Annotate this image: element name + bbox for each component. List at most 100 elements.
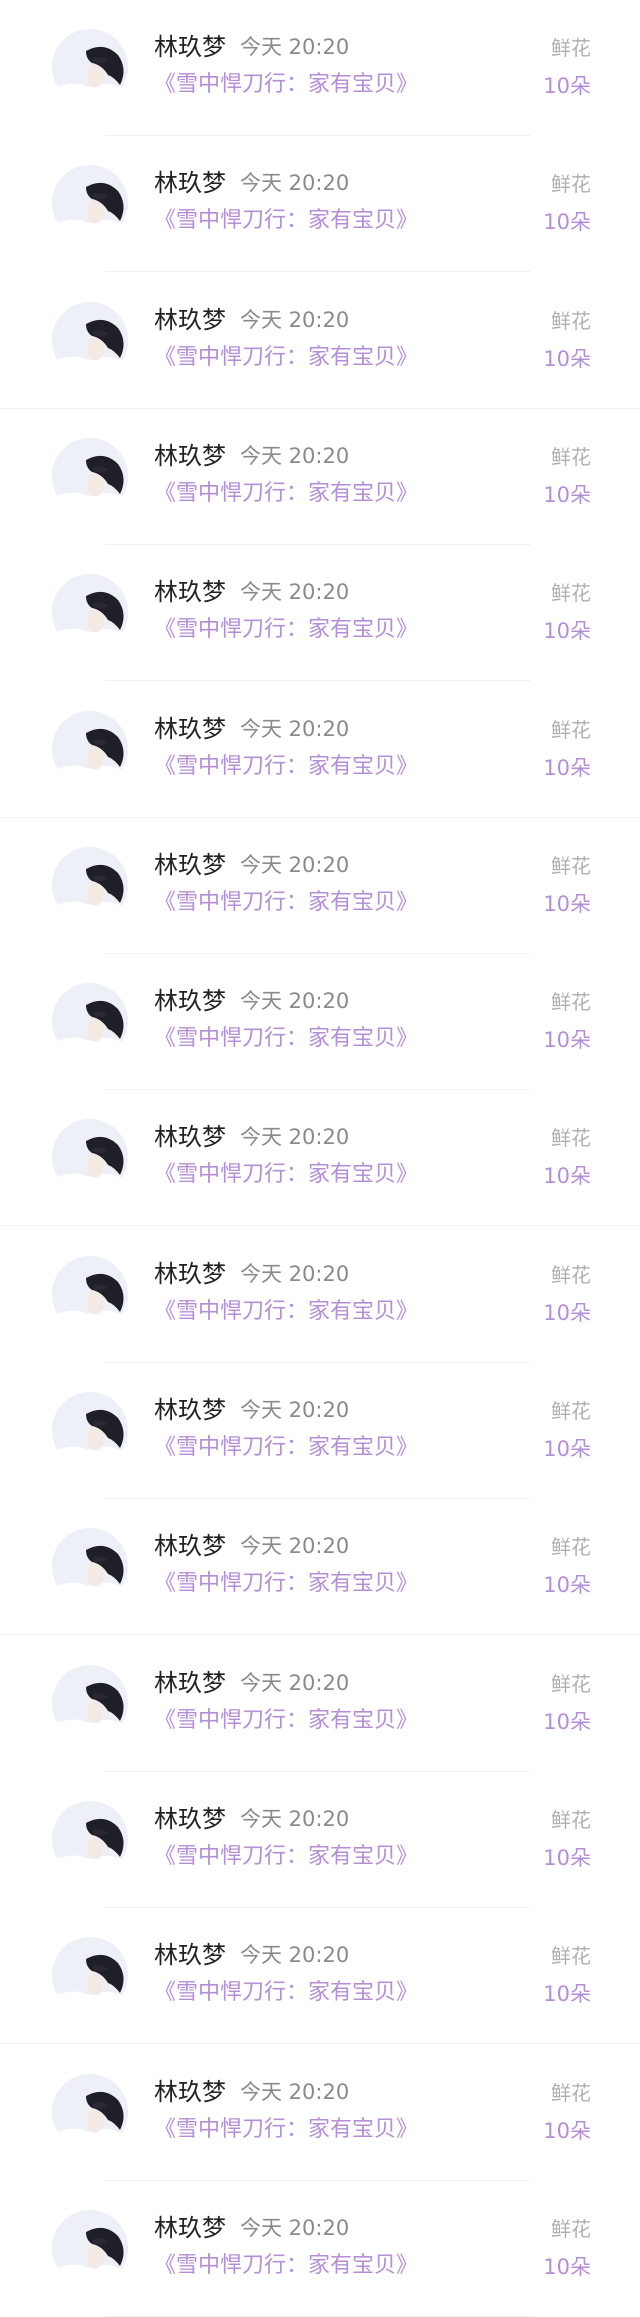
avatar[interactable]: [52, 1801, 128, 1877]
gift-count: 10朵: [543, 1846, 591, 1870]
timestamp: 今天 20:20: [240, 1807, 350, 1831]
avatar[interactable]: [52, 847, 128, 923]
gift-type: 鲜花: [551, 1126, 591, 1150]
drama-title-link[interactable]: 《雪中悍刀行：家有宝贝》: [154, 343, 418, 373]
list-item[interactable]: 林玖梦 今天 20:20 《雪中悍刀行：家有宝贝》 鲜花 10朵: [0, 1772, 640, 1908]
gift-count: 10朵: [543, 74, 591, 98]
user-name[interactable]: 林玖梦: [154, 1531, 226, 1561]
list-item[interactable]: 林玖梦 今天 20:20 《雪中悍刀行：家有宝贝》 鲜花 10朵: [0, 409, 640, 545]
drama-title-link[interactable]: 《雪中悍刀行：家有宝贝》: [154, 752, 418, 782]
divider: [105, 680, 530, 681]
avatar[interactable]: [52, 1528, 128, 1604]
user-name[interactable]: 林玖梦: [154, 1259, 226, 1289]
drama-title-link[interactable]: 《雪中悍刀行：家有宝贝》: [154, 1978, 418, 2008]
user-name[interactable]: 林玖梦: [154, 714, 226, 744]
timestamp: 今天 20:20: [240, 1398, 350, 1422]
avatar[interactable]: [52, 2074, 128, 2150]
user-name[interactable]: 林玖梦: [154, 2077, 226, 2107]
list-item[interactable]: 林玖梦 今天 20:20 《雪中悍刀行：家有宝贝》 鲜花 10朵: [0, 136, 640, 272]
drama-title-link[interactable]: 《雪中悍刀行：家有宝贝》: [154, 1842, 418, 1872]
drama-title-link[interactable]: 《雪中悍刀行：家有宝贝》: [154, 1297, 418, 1327]
gift-type: 鲜花: [551, 445, 591, 469]
gift-count: 10朵: [543, 1982, 591, 2006]
gift-count: 10朵: [543, 1164, 591, 1188]
drama-title-link[interactable]: 《雪中悍刀行：家有宝贝》: [154, 1706, 418, 1736]
gift-count: 10朵: [543, 756, 591, 780]
list-item[interactable]: 林玖梦 今天 20:20 《雪中悍刀行：家有宝贝》 鲜花 10朵: [0, 545, 640, 681]
gift-count: 10朵: [543, 2255, 591, 2279]
avatar[interactable]: [52, 1119, 128, 1195]
drama-title-link[interactable]: 《雪中悍刀行：家有宝贝》: [154, 1433, 418, 1463]
timestamp: 今天 20:20: [240, 580, 350, 604]
user-name[interactable]: 林玖梦: [154, 1804, 226, 1834]
gift-count: 10朵: [543, 1573, 591, 1597]
user-name[interactable]: 林玖梦: [154, 32, 226, 62]
avatar[interactable]: [52, 2210, 128, 2286]
avatar[interactable]: [52, 302, 128, 378]
gift-count: 10朵: [543, 347, 591, 371]
user-name[interactable]: 林玖梦: [154, 986, 226, 1016]
drama-title-link[interactable]: 《雪中悍刀行：家有宝贝》: [154, 70, 418, 100]
gift-count: 10朵: [543, 1028, 591, 1052]
list-item[interactable]: 林玖梦 今天 20:20 《雪中悍刀行：家有宝贝》 鲜花 10朵: [0, 2181, 640, 2317]
list-item[interactable]: 林玖梦 今天 20:20 《雪中悍刀行：家有宝贝》 鲜花 10朵: [0, 1227, 640, 1363]
user-name[interactable]: 林玖梦: [154, 850, 226, 880]
list-item[interactable]: 林玖梦 今天 20:20 《雪中悍刀行：家有宝贝》 鲜花 10朵: [0, 273, 640, 409]
user-name[interactable]: 林玖梦: [154, 1940, 226, 1970]
list-item[interactable]: 林玖梦 今天 20:20 《雪中悍刀行：家有宝贝》 鲜花 10朵: [0, 1499, 640, 1635]
user-name[interactable]: 林玖梦: [154, 1668, 226, 1698]
gift-type: 鲜花: [551, 172, 591, 196]
avatar[interactable]: [52, 1665, 128, 1741]
drama-title-link[interactable]: 《雪中悍刀行：家有宝贝》: [154, 615, 418, 645]
divider: [0, 2043, 640, 2044]
list-item[interactable]: 林玖梦 今天 20:20 《雪中悍刀行：家有宝贝》 鲜花 10朵: [0, 1636, 640, 1772]
drama-title-link[interactable]: 《雪中悍刀行：家有宝贝》: [154, 1024, 418, 1054]
avatar[interactable]: [52, 711, 128, 787]
gift-type: 鲜花: [551, 718, 591, 742]
list-item[interactable]: 林玖梦 今天 20:20 《雪中悍刀行：家有宝贝》 鲜花 10朵: [0, 682, 640, 818]
drama-title-link[interactable]: 《雪中悍刀行：家有宝贝》: [154, 2115, 418, 2145]
list-item[interactable]: 林玖梦 今天 20:20 《雪中悍刀行：家有宝贝》 鲜花 10朵: [0, 0, 640, 136]
timestamp: 今天 20:20: [240, 1943, 350, 1967]
user-name[interactable]: 林玖梦: [154, 1395, 226, 1425]
user-name[interactable]: 林玖梦: [154, 168, 226, 198]
avatar[interactable]: [52, 1937, 128, 2013]
avatar[interactable]: [52, 574, 128, 650]
drama-title-link[interactable]: 《雪中悍刀行：家有宝贝》: [154, 2251, 418, 2281]
list-item[interactable]: 林玖梦 今天 20:20 《雪中悍刀行：家有宝贝》 鲜花 10朵: [0, 954, 640, 1090]
gift-type: 鲜花: [551, 2217, 591, 2241]
drama-title-link[interactable]: 《雪中悍刀行：家有宝贝》: [154, 888, 418, 918]
divider: [0, 1634, 640, 1635]
gift-type: 鲜花: [551, 854, 591, 878]
avatar[interactable]: [52, 1256, 128, 1332]
gift-count: 10朵: [543, 483, 591, 507]
avatar[interactable]: [52, 983, 128, 1059]
user-name[interactable]: 林玖梦: [154, 2213, 226, 2243]
user-name[interactable]: 林玖梦: [154, 305, 226, 335]
list-item[interactable]: 林玖梦 今天 20:20 《雪中悍刀行：家有宝贝》 鲜花 10朵: [0, 1908, 640, 2044]
list-item[interactable]: 林玖梦 今天 20:20 《雪中悍刀行：家有宝贝》 鲜花 10朵: [0, 1090, 640, 1226]
user-name[interactable]: 林玖梦: [154, 441, 226, 471]
avatar[interactable]: [52, 29, 128, 105]
timestamp: 今天 20:20: [240, 1125, 350, 1149]
user-name[interactable]: 林玖梦: [154, 577, 226, 607]
gift-type: 鲜花: [551, 1399, 591, 1423]
drama-title-link[interactable]: 《雪中悍刀行：家有宝贝》: [154, 479, 418, 509]
gift-count: 10朵: [543, 1437, 591, 1461]
drama-title-link[interactable]: 《雪中悍刀行：家有宝贝》: [154, 1569, 418, 1599]
timestamp: 今天 20:20: [240, 35, 350, 59]
list-item[interactable]: 林玖梦 今天 20:20 《雪中悍刀行：家有宝贝》 鲜花 10朵: [0, 2045, 640, 2181]
user-name[interactable]: 林玖梦: [154, 1122, 226, 1152]
drama-title-link[interactable]: 《雪中悍刀行：家有宝贝》: [154, 1160, 418, 1190]
gift-count: 10朵: [543, 1710, 591, 1734]
divider: [0, 1225, 640, 1226]
avatar[interactable]: [52, 438, 128, 514]
avatar[interactable]: [52, 165, 128, 241]
list-item[interactable]: 林玖梦 今天 20:20 《雪中悍刀行：家有宝贝》 鲜花 10朵: [0, 818, 640, 954]
timestamp: 今天 20:20: [240, 2216, 350, 2240]
avatar[interactable]: [52, 1392, 128, 1468]
list-item[interactable]: 林玖梦 今天 20:20 《雪中悍刀行：家有宝贝》 鲜花 10朵: [0, 1363, 640, 1499]
gift-type: 鲜花: [551, 36, 591, 60]
drama-title-link[interactable]: 《雪中悍刀行：家有宝贝》: [154, 206, 418, 236]
timestamp: 今天 20:20: [240, 1534, 350, 1558]
